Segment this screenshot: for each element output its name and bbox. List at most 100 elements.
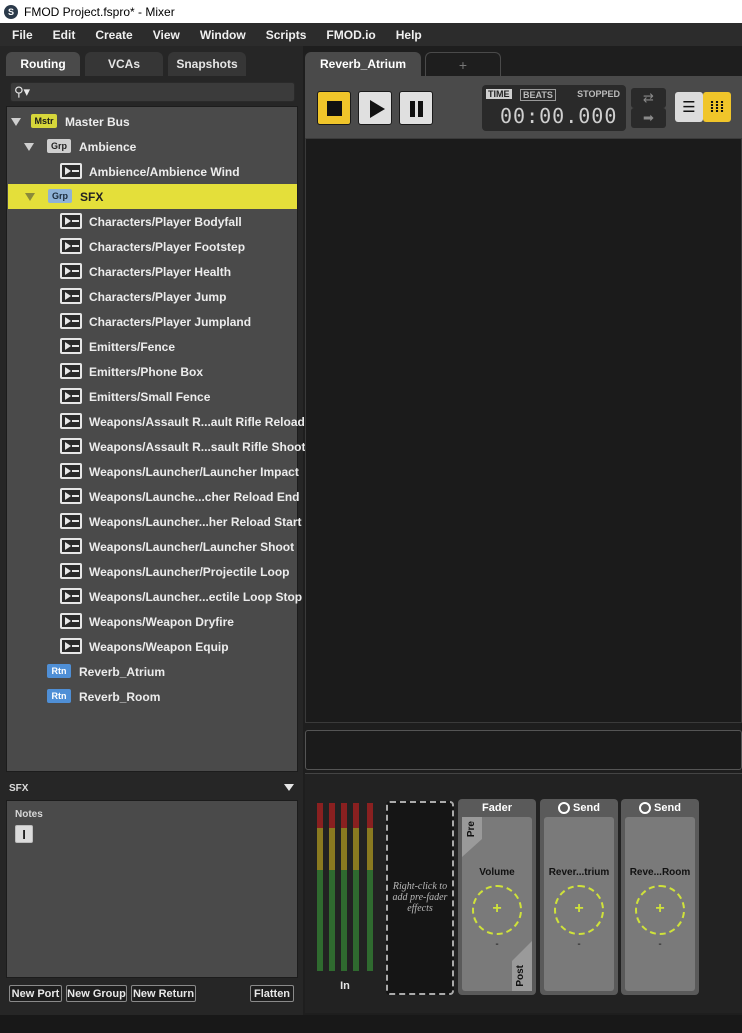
expand-arrow-icon[interactable] xyxy=(25,193,35,201)
tree-row-label: Weapons/Launcher/Projectile Loop xyxy=(89,565,290,579)
menu-scripts[interactable]: Scripts xyxy=(254,28,315,42)
tab-snapshots[interactable]: Snapshots xyxy=(168,52,246,76)
tree-row-event[interactable]: Characters/Player Footstep xyxy=(7,234,297,259)
send-target-label: Rever...trium xyxy=(548,867,610,878)
sfx-panel-header[interactable]: SFX xyxy=(6,778,298,798)
tree-row-event[interactable]: Characters/Player Health xyxy=(7,259,297,284)
flatten-button[interactable]: Flatten xyxy=(250,985,294,1002)
tab-routing[interactable]: Routing xyxy=(6,52,80,76)
stop-button[interactable] xyxy=(317,91,351,125)
expand-arrow-icon[interactable] xyxy=(24,143,34,151)
tree-row-event[interactable]: Characters/Player Bodyfall xyxy=(7,209,297,234)
menu-help[interactable]: Help xyxy=(384,28,430,42)
add-tab-button[interactable]: + xyxy=(425,52,501,76)
event-icon xyxy=(60,563,82,579)
pre-fader-effects-slot[interactable]: Right-click to add pre-fader effects xyxy=(386,801,454,995)
tree-row-event[interactable]: Emitters/Small Fence xyxy=(7,384,297,409)
tree-row-event[interactable]: Weapons/Launche...cher Reload End xyxy=(7,484,300,509)
tree-row-label: Reverb_Room xyxy=(79,690,161,704)
tree-row-group[interactable]: Grp Ambience xyxy=(7,134,297,159)
event-icon xyxy=(60,238,82,254)
menu-window[interactable]: Window xyxy=(188,28,254,42)
send-target-label: Reve...Room xyxy=(629,867,691,878)
info-bar xyxy=(305,730,742,770)
tree-row-label: Weapons/Assault R...ault Rifle Reload xyxy=(89,415,305,429)
menu-create[interactable]: Create xyxy=(83,28,140,42)
tree-row-label: Emitters/Fence xyxy=(89,340,176,354)
tree-row-label: SFX xyxy=(80,190,104,204)
search-input[interactable]: ⚲▾ xyxy=(10,82,295,102)
tree-row-event[interactable]: Characters/Player Jumpland xyxy=(7,309,297,334)
menu-file[interactable]: File xyxy=(0,28,41,42)
new-port-button[interactable]: New Port xyxy=(9,985,62,1002)
tree-row-event[interactable]: Weapons/Assault R...sault Rifle Shoot xyxy=(7,434,305,459)
tree-row-label: Characters/Player Health xyxy=(89,265,232,279)
beats-toggle[interactable]: BEATS xyxy=(520,89,556,101)
tree-row-event[interactable]: Emitters/Phone Box xyxy=(7,359,297,384)
collapse-arrow-icon[interactable] xyxy=(284,784,294,791)
tree-row-return[interactable]: Rtn Reverb_Atrium xyxy=(7,659,297,684)
tree-row-event[interactable]: Weapons/Launcher/Launcher Impact xyxy=(7,459,299,484)
text-cursor-icon[interactable]: I xyxy=(15,825,33,843)
send-module-room[interactable]: Send Reve...Room - xyxy=(621,799,699,995)
volume-label: Volume xyxy=(479,867,515,878)
tree-row-master[interactable]: Mstr Master Bus xyxy=(7,109,297,134)
event-icon xyxy=(60,213,82,229)
search-icon[interactable]: ⚲▾ xyxy=(14,84,30,100)
tree-row-label: Weapons/Launcher...her Reload Start xyxy=(89,515,302,529)
tree-row-label: Emitters/Phone Box xyxy=(89,365,204,379)
volume-knob[interactable] xyxy=(472,885,522,935)
notes-panel[interactable]: Notes I xyxy=(6,800,298,978)
tab-vcas[interactable]: VCAs xyxy=(85,52,163,76)
title-bar: S FMOD Project.fspro* - Mixer xyxy=(0,0,742,23)
tree-row-event[interactable]: Weapons/Assault R...ault Rifle Reload xyxy=(7,409,305,434)
event-icon xyxy=(60,338,82,354)
input-label: In xyxy=(340,980,350,992)
send-level-value: - xyxy=(658,939,662,950)
tree-row-group[interactable]: Grp SFX xyxy=(8,184,297,209)
new-group-button[interactable]: New Group xyxy=(66,985,127,1002)
forward-arrow-icon[interactable]: ➡ xyxy=(631,108,666,128)
tree-row-event[interactable]: Emitters/Fence xyxy=(7,334,297,359)
menu-edit[interactable]: Edit xyxy=(41,28,84,42)
list-view-icon[interactable]: ☰ xyxy=(675,92,703,122)
mixer-view-icon[interactable]: ⁞⁞⁞ xyxy=(703,92,731,122)
window-title: FMOD Project.fspro* - Mixer xyxy=(24,4,175,19)
tree-row-event[interactable]: Weapons/Weapon Equip xyxy=(7,634,297,659)
menu-fmod-io[interactable]: FMOD.io xyxy=(314,28,383,42)
tree-row-event[interactable]: Weapons/Launcher...her Reload Start xyxy=(7,509,302,534)
tree-row-event[interactable]: Ambience/Ambience Wind xyxy=(7,159,297,184)
new-return-button[interactable]: New Return xyxy=(131,985,196,1002)
tree-row-event[interactable]: Characters/Player Jump xyxy=(7,284,297,309)
tab-reverb-atrium[interactable]: Reverb_Atrium xyxy=(305,52,421,76)
meter-bar xyxy=(341,803,347,971)
return-badge: Rtn xyxy=(47,664,71,678)
send-level-knob[interactable] xyxy=(635,885,685,935)
loop-icon[interactable]: ⇄ xyxy=(631,88,666,108)
tree-row-event[interactable]: Weapons/Launcher...ectile Loop Stop xyxy=(7,584,302,609)
menu-view[interactable]: View xyxy=(141,28,188,42)
tree-row-label: Weapons/Launche...cher Reload End xyxy=(89,490,300,504)
meter-bar xyxy=(367,803,373,971)
time-toggle[interactable]: TIME xyxy=(486,89,512,99)
event-icon xyxy=(60,513,82,529)
time-display: TIME BEATS STOPPED 00:00.000 xyxy=(482,85,626,131)
send-level-knob[interactable] xyxy=(554,885,604,935)
tree-row-event[interactable]: Weapons/Launcher/Projectile Loop xyxy=(7,559,297,584)
tree-row-label: Characters/Player Footstep xyxy=(89,240,246,254)
pause-button[interactable] xyxy=(399,91,433,125)
tree-row-label: Weapons/Weapon Equip xyxy=(89,640,229,654)
tree-row-return[interactable]: Rtn Reverb_Room xyxy=(7,684,297,709)
play-button[interactable] xyxy=(358,91,392,125)
tree-row-event[interactable]: Weapons/Weapon Dryfire xyxy=(7,609,297,634)
fader-module[interactable]: Fader Volume - Pre Post xyxy=(458,799,536,995)
send-module-atrium[interactable]: Send Rever...trium - xyxy=(540,799,618,995)
event-icon xyxy=(60,588,82,604)
mixer-strip-area[interactable] xyxy=(305,138,742,723)
fmod-logo-icon: S xyxy=(4,4,18,19)
tree-row-event[interactable]: Weapons/Launcher/Launcher Shoot xyxy=(7,534,297,559)
menu-bar: File Edit Create View Window Scripts FMO… xyxy=(0,23,742,46)
event-icon xyxy=(60,313,82,329)
tree-row-label: Ambience xyxy=(79,140,137,154)
expand-arrow-icon[interactable] xyxy=(11,118,21,126)
